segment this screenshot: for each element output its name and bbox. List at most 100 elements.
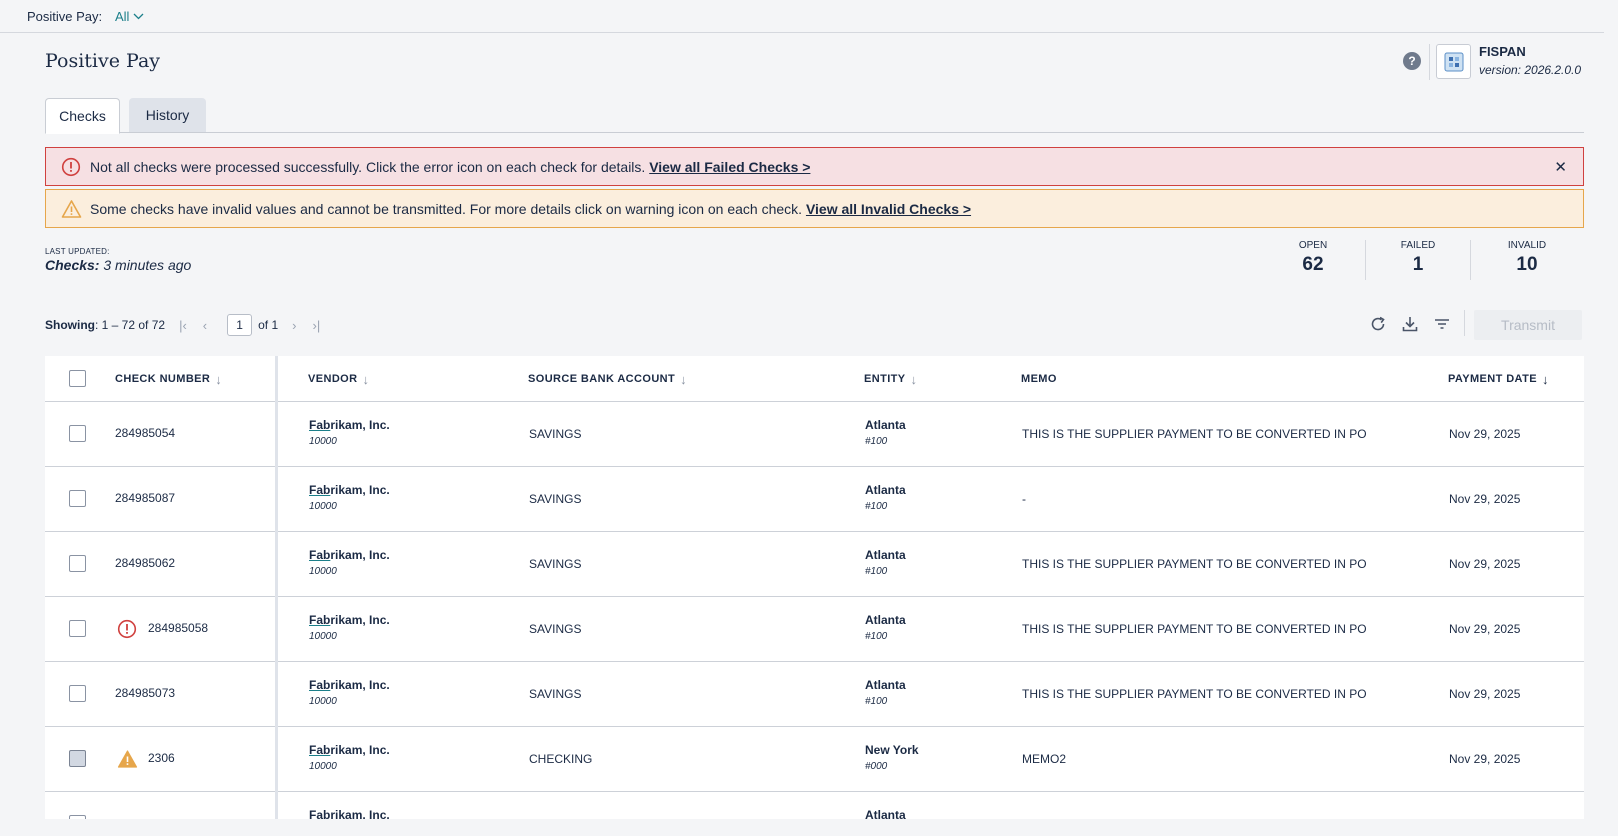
stat-open: OPEN 62 [1298,240,1328,275]
vendor-cell[interactable]: Fabrikam, Inc. 10000 [309,678,390,707]
vendor-name: Fabrikam, Inc. [309,418,390,432]
sort-down-icon: ↓ [362,371,370,387]
showing-range: : 1 – 72 of 72 [95,318,166,332]
payment-date: Nov 29, 2025 [1449,492,1521,506]
payment-date: Nov 29, 2025 [1449,557,1521,571]
column-header-entity[interactable]: ENTITY ↓ [864,356,917,402]
help-icon[interactable]: ? [1403,52,1421,70]
vendor-id: 10000 [309,566,337,577]
column-header-vendor[interactable]: VENDOR ↓ [308,356,369,402]
row-checkbox[interactable] [69,425,86,442]
entity-name: Atlanta [865,418,906,432]
entity-name: Atlanta [865,613,906,627]
tab-checks[interactable]: Checks [45,98,120,134]
entity-id: #100 [865,566,888,577]
row-checkbox[interactable] [69,490,86,507]
vendor-id: 10000 [309,436,337,447]
view-failed-checks-link[interactable]: View all Failed Checks > [649,159,810,175]
brand-name: FISPAN [1479,44,1526,59]
last-page-icon[interactable]: ›| [312,318,320,333]
vendor-cell[interactable]: Fabrikam, Inc. 10000 [309,743,390,772]
source-bank-account: SAVINGS [529,557,582,571]
showing-label: Showing [45,318,95,332]
vendor-name: Fabrikam, Inc. [309,613,390,627]
entity-name: New York [865,743,919,757]
vendor-name: Fabrikam, Inc. [309,743,390,757]
check-number: 284985073 [115,686,176,700]
select-all-checkbox[interactable] [69,370,86,387]
first-page-icon[interactable]: |‹ [179,318,187,333]
entity-id: #100 [865,696,888,707]
entity-name: Atlanta [865,808,906,819]
vendor-name: Fabrikam, Inc. [309,678,390,692]
filter-value: All [115,9,130,24]
vendor-cell[interactable]: Fabrikam, Inc. 10000 [309,613,390,642]
warning-alert-text: Some checks have invalid values and cann… [90,201,806,217]
column-header-source-bank-account[interactable]: SOURCE BANK ACCOUNT ↓ [528,356,687,402]
stat-invalid: INVALID 10 [1507,240,1547,275]
vendor-cell[interactable]: Fabrikam, Inc. 10000 [309,483,390,512]
vendor-name: Fabrikam, Inc. [309,548,390,562]
column-header-check-number[interactable]: CHECK NUMBER ↓ [115,356,222,402]
filter-dropdown[interactable]: All [115,9,144,24]
entity-cell: New York #000 [865,743,919,772]
sort-down-icon: ↓ [1541,371,1549,387]
check-number: 284985058 [148,621,209,635]
prev-page-icon[interactable]: ‹ [203,318,207,333]
source-bank-account: SAVINGS [529,492,582,506]
page-title: Positive Pay [45,50,161,72]
brand-version: version: 2026.2.0.0 [1479,63,1582,77]
refresh-icon[interactable] [1368,314,1388,334]
filter-label: Positive Pay: [27,9,103,24]
vendor-cell[interactable]: Fabrikam, Inc. 10000 [309,418,390,447]
warning-alert: Some checks have invalid values and cann… [45,189,1584,228]
filter-bar: Positive Pay: All [0,0,1604,33]
pagination: Showing : 1 – 72 of 72 |‹ ‹ 1 of 1 › ›| [45,314,320,336]
checks-table: CHECK NUMBER ↓ VENDOR ↓ SOURCE BANK ACCOUN… [45,356,1584,819]
error-icon[interactable] [117,619,137,639]
brand-logo [1436,44,1471,79]
transmit-button[interactable]: Transmit [1474,310,1582,340]
tab-history[interactable]: History [129,98,206,132]
row-checkbox[interactable] [69,750,86,767]
check-number: 284985054 [115,426,176,440]
view-invalid-checks-link[interactable]: View all Invalid Checks > [806,201,971,217]
row-checkbox[interactable] [69,685,86,702]
download-icon[interactable] [1400,314,1420,334]
warning-icon[interactable] [117,749,138,769]
stat-divider [1365,240,1366,280]
error-icon [61,157,81,177]
entity-id: #100 [865,631,888,642]
vendor-cell[interactable]: Fabrikam, Inc. [309,808,390,819]
row-checkbox[interactable] [69,815,86,819]
last-updated-label: LAST UPDATED: [45,247,110,256]
row-checkbox[interactable] [69,620,86,637]
next-page-icon[interactable]: › [292,318,296,333]
vendor-id: 10000 [309,696,337,707]
vendor-id: 10000 [309,761,337,772]
payment-date: Nov 29, 2025 [1449,752,1521,766]
payment-date: Nov 29, 2025 [1449,427,1521,441]
close-icon[interactable]: ✕ [1554,158,1567,176]
vendor-name: Fabrikam, Inc. [309,483,390,497]
memo: THIS IS THE SUPPLIER PAYMENT TO BE CONVE… [1022,687,1367,701]
entity-cell: Atlanta #100 [865,613,906,642]
page-number-input[interactable]: 1 [227,314,253,336]
source-bank-account: SAVINGS [529,622,582,636]
filter-icon[interactable] [1432,314,1452,334]
entity-cell: Atlanta #100 [865,483,906,512]
entity-cell: Atlanta #100 [865,678,906,707]
entity-name: Atlanta [865,483,906,497]
pinned-column-divider [275,356,278,819]
chevron-down-icon [133,13,144,20]
memo: THIS IS THE SUPPLIER PAYMENT TO BE CONVE… [1022,427,1367,441]
row-checkbox[interactable] [69,555,86,572]
column-header-payment-date[interactable]: PAYMENT DATE ↓ [1448,356,1549,402]
entity-cell: Atlanta #100 [865,548,906,577]
sort-down-icon: ↓ [215,371,223,387]
entity-name: Atlanta [865,678,906,692]
vendor-cell[interactable]: Fabrikam, Inc. 10000 [309,548,390,577]
sort-down-icon: ↓ [910,371,918,387]
error-alert-text: Not all checks were processed successful… [90,159,650,175]
entity-id: #000 [865,761,888,772]
